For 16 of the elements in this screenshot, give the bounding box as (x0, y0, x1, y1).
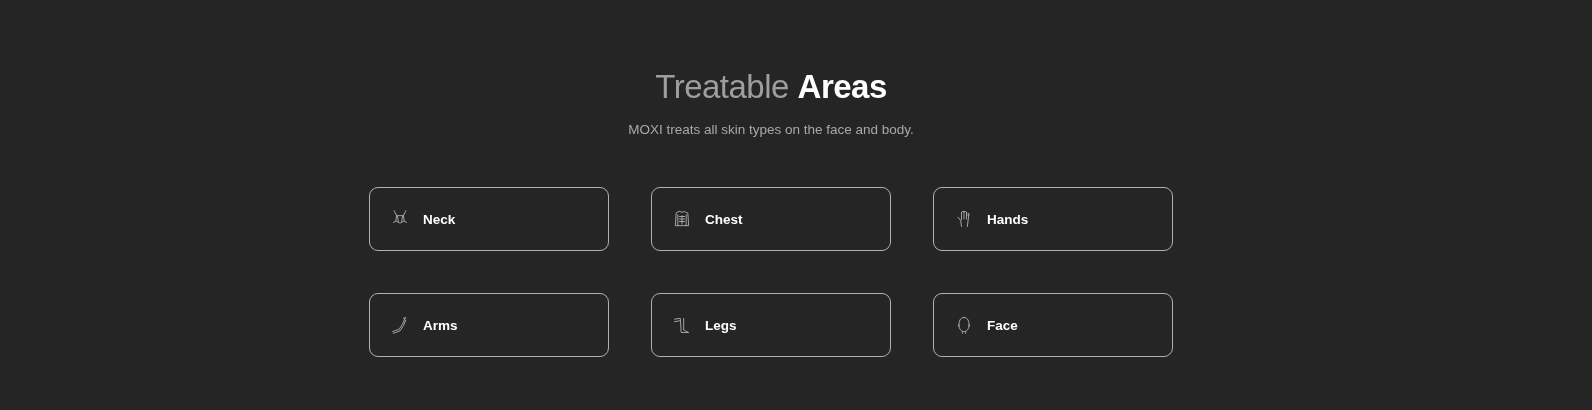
area-label: Arms (423, 317, 458, 333)
section-title: Treatable Areas (655, 67, 887, 107)
torso-icon (672, 209, 692, 229)
area-card[interactable]: Face (933, 293, 1173, 357)
area-label: Face (987, 317, 1018, 333)
area-label: Legs (705, 317, 737, 333)
area-label: Neck (423, 211, 456, 227)
area-label: Hands (987, 211, 1029, 227)
area-card[interactable]: Arms (369, 293, 609, 357)
area-card[interactable]: Neck (369, 187, 609, 251)
area-card[interactable]: Chest (651, 187, 891, 251)
area-label: Chest (705, 211, 743, 227)
leg-icon (672, 315, 692, 335)
area-card[interactable]: Hands (933, 187, 1173, 251)
area-card[interactable]: Legs (651, 293, 891, 357)
section-subtitle: MOXI treats all skin types on the face and body. (628, 122, 914, 137)
